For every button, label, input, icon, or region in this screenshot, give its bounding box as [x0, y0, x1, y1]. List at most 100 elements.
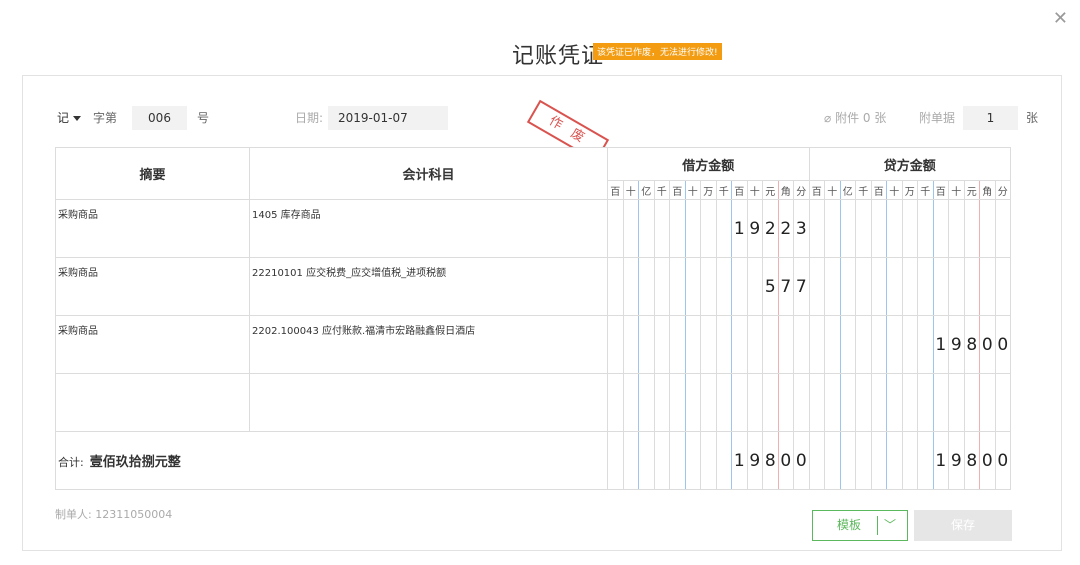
credit-digit-cell[interactable] [901, 373, 918, 432]
debit-digit-cell[interactable]: 7 [777, 257, 794, 316]
credit-total-digit-cell[interactable] [886, 431, 903, 490]
debit-total-digit-cell[interactable] [700, 431, 717, 490]
debit-digit-cell[interactable] [746, 373, 763, 432]
debit-digit-cell[interactable] [731, 373, 748, 432]
credit-total-digit-cell[interactable]: 1 [932, 431, 949, 490]
credit-digit-cell[interactable] [870, 315, 887, 374]
credit-digit-cell[interactable] [886, 257, 903, 316]
debit-digit-cell[interactable] [777, 373, 794, 432]
credit-digit-cell[interactable] [917, 373, 934, 432]
credit-digit-cell[interactable] [901, 257, 918, 316]
summary-cell[interactable]: 采购商品 [55, 315, 250, 374]
debit-digit-cell[interactable] [638, 257, 655, 316]
debit-total-digit-cell[interactable] [715, 431, 732, 490]
debit-digit-cell[interactable]: 7 [793, 257, 810, 316]
debit-digit-cell[interactable] [746, 257, 763, 316]
debit-digit-cell[interactable] [607, 257, 624, 316]
debit-digit-cell[interactable] [638, 315, 655, 374]
credit-digit-cell[interactable] [855, 315, 872, 374]
credit-digit-cell[interactable] [870, 257, 887, 316]
credit-total-digit-cell[interactable] [855, 431, 872, 490]
debit-digit-cell[interactable] [731, 257, 748, 316]
debit-digit-cell[interactable]: 2 [777, 199, 794, 258]
credit-digit-cell[interactable]: 1 [932, 315, 949, 374]
credit-total-digit-cell[interactable] [824, 431, 841, 490]
credit-digit-cell[interactable] [886, 373, 903, 432]
credit-digit-cell[interactable] [901, 199, 918, 258]
summary-cell[interactable]: 采购商品 [55, 199, 250, 258]
credit-digit-cell[interactable] [979, 199, 996, 258]
credit-digit-cell[interactable] [917, 199, 934, 258]
debit-digit-cell[interactable] [653, 315, 670, 374]
credit-digit-cell[interactable] [948, 257, 965, 316]
credit-digit-cell[interactable] [979, 373, 996, 432]
credit-digit-cell[interactable]: 0 [994, 315, 1011, 374]
doc-count-input[interactable]: 1 [963, 106, 1018, 130]
template-button[interactable]: 模板 ﹀ [812, 510, 908, 541]
save-button[interactable]: 保存 [914, 510, 1012, 541]
debit-digit-cell[interactable] [700, 315, 717, 374]
credit-digit-cell[interactable]: 8 [963, 315, 980, 374]
debit-digit-cell[interactable] [762, 315, 779, 374]
account-cell[interactable] [249, 373, 608, 432]
debit-digit-cell[interactable] [607, 315, 624, 374]
credit-digit-cell[interactable] [994, 373, 1011, 432]
credit-digit-cell[interactable] [824, 373, 841, 432]
credit-digit-cell[interactable] [901, 315, 918, 374]
debit-digit-cell[interactable] [746, 315, 763, 374]
credit-digit-cell[interactable] [824, 199, 841, 258]
attachment-link[interactable]: ⌀ 附件 0 张 [824, 106, 886, 130]
debit-digit-cell[interactable] [715, 199, 732, 258]
credit-total-digit-cell[interactable] [839, 431, 856, 490]
debit-digit-cell[interactable] [622, 199, 639, 258]
debit-digit-cell[interactable] [684, 315, 701, 374]
account-cell[interactable]: 1405 库存商品 [249, 199, 608, 258]
credit-digit-cell[interactable] [963, 199, 980, 258]
debit-total-digit-cell[interactable] [653, 431, 670, 490]
debit-total-digit-cell[interactable]: 0 [793, 431, 810, 490]
debit-digit-cell[interactable] [653, 373, 670, 432]
credit-digit-cell[interactable] [886, 315, 903, 374]
credit-digit-cell[interactable] [963, 373, 980, 432]
debit-digit-cell[interactable] [684, 373, 701, 432]
credit-digit-cell[interactable] [839, 199, 856, 258]
debit-digit-cell[interactable] [715, 315, 732, 374]
debit-digit-cell[interactable]: 1 [731, 199, 748, 258]
credit-digit-cell[interactable] [839, 315, 856, 374]
debit-digit-cell[interactable] [622, 373, 639, 432]
summary-cell[interactable]: 采购商品 [55, 257, 250, 316]
debit-digit-cell[interactable] [622, 257, 639, 316]
debit-digit-cell[interactable] [777, 315, 794, 374]
debit-digit-cell[interactable] [669, 257, 686, 316]
credit-digit-cell[interactable] [917, 257, 934, 316]
credit-total-digit-cell[interactable] [901, 431, 918, 490]
credit-total-digit-cell[interactable]: 0 [994, 431, 1011, 490]
debit-digit-cell[interactable] [607, 199, 624, 258]
debit-total-digit-cell[interactable]: 0 [777, 431, 794, 490]
credit-digit-cell[interactable] [839, 373, 856, 432]
credit-digit-cell[interactable] [963, 257, 980, 316]
debit-digit-cell[interactable] [700, 199, 717, 258]
credit-total-digit-cell[interactable]: 8 [963, 431, 980, 490]
account-cell[interactable]: 2202.100043 应付账款.福清市宏路融鑫假日酒店 [249, 315, 608, 374]
debit-total-digit-cell[interactable] [669, 431, 686, 490]
debit-digit-cell[interactable]: 9 [746, 199, 763, 258]
credit-digit-cell[interactable] [948, 373, 965, 432]
debit-digit-cell[interactable] [669, 315, 686, 374]
debit-digit-cell[interactable] [669, 199, 686, 258]
chevron-down-icon[interactable]: ﹀ [884, 511, 896, 540]
debit-digit-cell[interactable] [669, 373, 686, 432]
credit-total-digit-cell[interactable] [808, 431, 825, 490]
debit-total-digit-cell[interactable]: 8 [762, 431, 779, 490]
credit-digit-cell[interactable] [808, 315, 825, 374]
credit-total-digit-cell[interactable]: 9 [948, 431, 965, 490]
debit-total-digit-cell[interactable] [638, 431, 655, 490]
credit-digit-cell[interactable] [824, 315, 841, 374]
credit-digit-cell[interactable]: 0 [979, 315, 996, 374]
debit-digit-cell[interactable] [653, 257, 670, 316]
credit-digit-cell[interactable] [808, 199, 825, 258]
credit-digit-cell[interactable] [855, 257, 872, 316]
voucher-number-input[interactable]: 006 [132, 106, 187, 130]
debit-digit-cell[interactable] [622, 315, 639, 374]
debit-digit-cell[interactable]: 5 [762, 257, 779, 316]
